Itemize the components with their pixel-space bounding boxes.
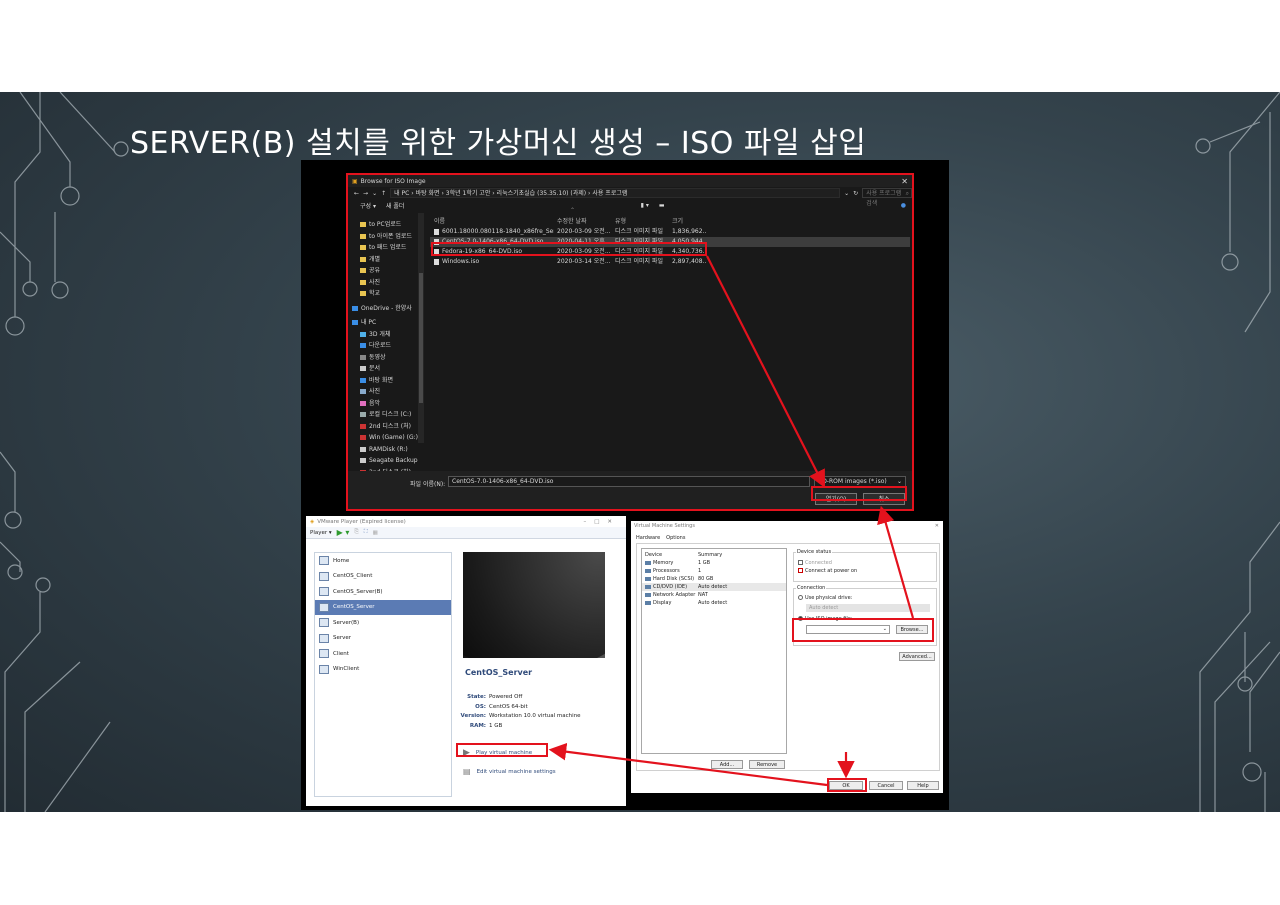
help-button[interactable]: Help	[907, 781, 939, 790]
device-list: Device Summary Memory 1 GB Processors 1 Hard D…	[641, 548, 787, 754]
vm-name: CentOS_Server	[465, 668, 533, 677]
library-vm-item[interactable]: Client	[315, 646, 451, 662]
vm-detail-row: RAM: 1 GB	[469, 722, 503, 729]
device-row[interactable]: CD/DVD (IDE) Auto detect	[642, 583, 786, 591]
vm-icon	[319, 649, 329, 659]
edit-vm-action[interactable]: ▤ Edit virtual machine settings	[463, 767, 556, 776]
screenshot-composite: ▣ Browse for ISO Image ✕ ← → ⌄ ↑ 내 PC › …	[301, 160, 949, 810]
slide: SERVER(B) 설치를 위한 가상머신 생성 – ISO 파일 삽입 ▣ B…	[0, 92, 1280, 812]
device-row[interactable]: Processors 1	[642, 567, 786, 575]
vm-detail-row: Version: Workstation 10.0 virtual machine	[460, 713, 581, 719]
device-icon	[645, 560, 651, 565]
device-icon	[645, 568, 651, 573]
player-menu[interactable]: Player ▾	[310, 530, 332, 536]
highlight-centos-file	[431, 242, 707, 256]
highlight-ok-button	[827, 778, 867, 792]
vm-settings-titlebar: Virtual Machine Settings ✕	[634, 521, 939, 531]
vm-detail-row: State: Powered Off	[467, 694, 523, 700]
remove-button[interactable]: Remove	[749, 760, 785, 769]
unity-icon[interactable]: ▦	[373, 530, 378, 536]
hardware-panel: Device Summary Memory 1 GB Processors 1 Hard D…	[636, 543, 940, 771]
highlight-open-button	[811, 486, 907, 501]
vm-icon	[319, 587, 329, 597]
highlight-play-action	[456, 743, 548, 757]
window-controls[interactable]: –□✕	[583, 519, 620, 525]
device-icon	[645, 576, 651, 581]
cancel-button[interactable]: Cancel	[869, 781, 903, 790]
connect-power-checkbox[interactable]: Connect at power on	[798, 568, 857, 574]
physical-drive-radio[interactable]: Use physical drive:	[798, 595, 852, 601]
library-home[interactable]: Home	[315, 553, 451, 569]
vm-icon	[319, 571, 329, 581]
vmware-toolbar: Player ▾ ▶ ▾ ⎘ ⛶ ▦	[306, 527, 626, 539]
connected-checkbox[interactable]: Connected	[798, 560, 832, 566]
library-vm-item[interactable]: Server(B)	[315, 615, 451, 631]
vm-settings-window: Virtual Machine Settings ✕ Hardware Optio…	[631, 521, 943, 793]
highlight-iso-option	[792, 618, 934, 642]
vmware-titlebar: ◈ VMware Player (Expired license) –□✕	[306, 516, 626, 527]
device-icon	[645, 600, 651, 605]
library-vm-item[interactable]: CentOS_Server	[315, 599, 451, 615]
library-vm-item[interactable]: WinClient	[315, 662, 451, 678]
device-row[interactable]: Network Adapter NAT	[642, 591, 786, 599]
close-icon[interactable]: ✕	[935, 521, 939, 531]
slide-title: SERVER(B) 설치를 위한 가상머신 생성 – ISO 파일 삽입	[130, 126, 867, 161]
vmware-title: VMware Player (Expired license)	[317, 518, 406, 525]
device-icon	[645, 592, 651, 597]
vm-library: Home CentOS_Client CentOS_Server(B) CentOS_…	[314, 552, 452, 797]
vm-details: State: Powered Off OS: CentOS 64-bit Version…	[457, 694, 581, 732]
device-list-header: Device Summary	[645, 552, 723, 558]
device-row[interactable]: Hard Disk (SCSI) 80 GB	[642, 575, 786, 583]
fullscreen-icon[interactable]: ⛶	[364, 529, 368, 536]
device-row[interactable]: Display Auto detect	[642, 599, 786, 607]
tab-hardware[interactable]: Hardware	[636, 535, 660, 541]
advanced-button[interactable]: Advanced...	[899, 652, 935, 661]
vm-icon	[319, 664, 329, 674]
settings-icon: ▤	[463, 767, 471, 776]
home-icon	[319, 556, 329, 566]
vm-icon	[319, 633, 329, 643]
physical-drive-select[interactable]: Auto detect	[806, 604, 930, 612]
add-button[interactable]: Add...	[711, 760, 743, 769]
suspend-icon[interactable]: ⎘	[354, 529, 358, 536]
library-vm-item[interactable]: Server	[315, 631, 451, 647]
library-vm-item[interactable]: CentOS_Server(B)	[315, 584, 451, 600]
vmware-player-window: ◈ VMware Player (Expired license) –□✕ Pl…	[306, 516, 626, 806]
highlight-browse-dialog	[346, 173, 914, 511]
library-vm-item[interactable]: CentOS_Client	[315, 569, 451, 585]
vmware-icon: ◈	[310, 518, 315, 525]
device-row[interactable]: Memory 1 GB	[642, 559, 786, 567]
play-icon[interactable]: ▶ ▾	[337, 528, 350, 537]
device-icon	[645, 584, 651, 589]
vm-thumbnail	[463, 552, 605, 658]
device-status-group: Device status Connected Connect at power…	[793, 549, 937, 582]
vm-detail-row: OS: CentOS 64-bit	[475, 703, 528, 710]
tab-options[interactable]: Options	[666, 535, 685, 541]
vm-settings-tabs: Hardware Options	[636, 535, 685, 541]
vm-icon	[319, 618, 329, 628]
vm-icon	[319, 602, 329, 612]
